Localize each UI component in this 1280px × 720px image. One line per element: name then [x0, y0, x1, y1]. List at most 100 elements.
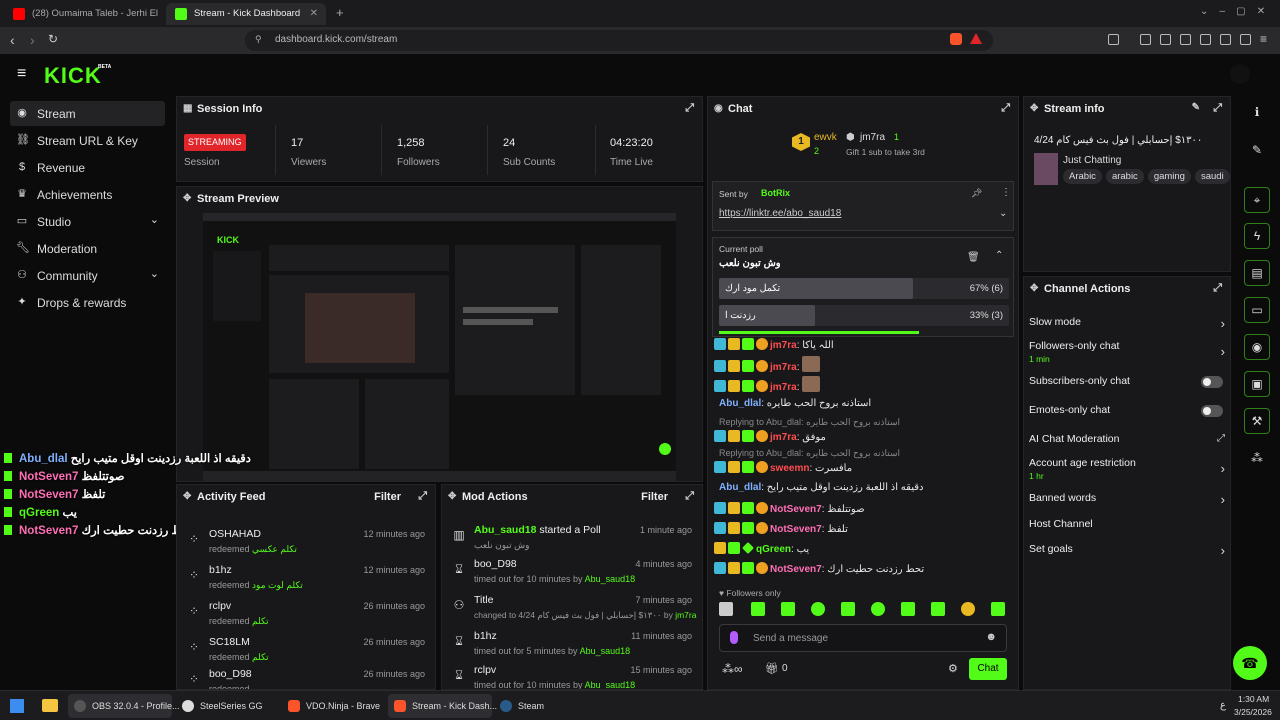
taskbar-app-steam[interactable]: Steam: [494, 694, 564, 718]
edit-icon[interactable]: ✎: [1244, 138, 1270, 164]
avatar[interactable]: [1230, 64, 1250, 84]
menu-icon[interactable]: ≡: [1260, 32, 1267, 46]
more-icon[interactable]: ⋮: [1001, 187, 1011, 198]
chat-input[interactable]: Send a message ☻: [719, 624, 1007, 652]
chat-settings-icon[interactable]: ⚙: [948, 662, 958, 675]
sidebar-item-stream[interactable]: ◉ Stream: [10, 101, 165, 126]
emote-icon[interactable]: [719, 602, 733, 616]
clock-date[interactable]: 3/25/2026: [1234, 707, 1272, 717]
sidebar-item-stream-url[interactable]: ⛓ Stream URL & Key: [10, 128, 165, 153]
emote-icon[interactable]: [931, 602, 945, 616]
chat-username[interactable]: qGreen: [756, 544, 791, 555]
filter-button[interactable]: Filter: [641, 491, 668, 503]
raid-icon[interactable]: ⌖: [1244, 187, 1270, 213]
ai-icon[interactable]: [1220, 34, 1231, 45]
followers-only-row[interactable]: Followers-only chat 1 min ›: [1029, 340, 1225, 364]
trash-icon[interactable]: 🗑︎: [967, 252, 980, 263]
sidebar-item-studio[interactable]: ▭ Studio ⌄: [10, 209, 165, 234]
chat-username[interactable]: jm7ra: [770, 382, 797, 393]
hamburger-icon[interactable]: ≡: [17, 65, 26, 83]
expand-icon[interactable]: ⤢: [418, 490, 427, 503]
vpn-icon[interactable]: [1240, 34, 1251, 45]
chat-send-button[interactable]: Chat: [969, 658, 1007, 680]
download-icon[interactable]: [1140, 34, 1151, 45]
support-icon[interactable]: ☎: [1233, 646, 1267, 680]
emote-icon[interactable]: [961, 602, 975, 616]
chat-username[interactable]: NotSeven7: [770, 504, 822, 515]
browser-tab-kick[interactable]: Stream - Kick Dashboard ✕: [166, 3, 326, 25]
chat-username[interactable]: NotSeven7: [770, 524, 822, 535]
chat-username[interactable]: NotSeven7: [770, 564, 822, 575]
site-info-icon[interactable]: ⚲: [255, 34, 262, 45]
wallet-icon[interactable]: [1200, 34, 1211, 45]
notes-icon[interactable]: ▤: [1244, 260, 1270, 286]
expand-icon[interactable]: ⤢: [1001, 102, 1010, 115]
poll-option[interactable]: رزدنت ا 33% (3): [719, 305, 1009, 326]
emote-icon[interactable]: [901, 602, 915, 616]
brave-shield-icon[interactable]: [950, 33, 962, 45]
chat-username[interactable]: jm7ra: [770, 340, 797, 351]
media-icon[interactable]: [1160, 34, 1171, 45]
file-explorer-icon[interactable]: [42, 699, 58, 712]
chat-username[interactable]: sweemn: [770, 463, 809, 474]
account-age-row[interactable]: Account age restriction 1 hr ›: [1029, 457, 1225, 481]
emote-icon[interactable]: [871, 602, 885, 616]
taskbar-app-obs[interactable]: OBS 32.0.4 - Profile...: [68, 694, 180, 718]
filter-button[interactable]: Filter: [374, 491, 401, 503]
kick-logo[interactable]: KICK: [44, 63, 102, 89]
second-gifter-name[interactable]: jm7ra: [860, 132, 885, 143]
emotes-only-toggle[interactable]: [1201, 405, 1223, 417]
set-goals-row[interactable]: Set goals ›: [1029, 543, 1225, 558]
host-channel-row[interactable]: Host Channel: [1029, 518, 1225, 530]
slow-mode-row[interactable]: Slow mode ›: [1029, 316, 1225, 331]
gift-promo[interactable]: Gift 1 sub to take 3rd: [846, 147, 925, 157]
subscribers-only-toggle[interactable]: [1201, 376, 1223, 388]
chat-username[interactable]: jm7ra: [770, 432, 797, 443]
sidebar-item-moderation[interactable]: 🔧︎ Moderation: [10, 236, 165, 261]
expand-icon[interactable]: ⤢: [685, 102, 694, 115]
tag[interactable]: saudi: [1194, 169, 1230, 184]
emoji-icon[interactable]: ☻: [985, 631, 997, 643]
expand-icon[interactable]: ⤢: [685, 490, 694, 503]
info-icon[interactable]: ℹ: [1244, 100, 1270, 126]
emote-icon[interactable]: [751, 602, 765, 616]
chat-bubble-icon[interactable]: ▭: [1244, 297, 1270, 323]
taskbar-app-kick[interactable]: Stream - Kick Dash...: [388, 694, 497, 718]
expand-icon[interactable]: ⤢: [1213, 282, 1222, 295]
lightning-icon[interactable]: ϟ: [1244, 223, 1270, 249]
kick-points-icon[interactable]: ⁂∞: [722, 662, 743, 676]
tag[interactable]: arabic: [1105, 169, 1144, 184]
more-actions-icon[interactable]: ⁂: [1244, 446, 1270, 472]
expand-icon[interactable]: ⤢: [1213, 102, 1222, 115]
ai-moderation-row[interactable]: AI Chat Moderation ⤢: [1029, 433, 1225, 445]
emote-icon[interactable]: [991, 602, 1005, 616]
sidebar-item-achievements[interactable]: ♛ Achievements: [10, 182, 165, 207]
chat-username[interactable]: Abu_dlal: [719, 482, 761, 493]
back-icon[interactable]: ‹: [10, 32, 15, 48]
start-icon[interactable]: [10, 699, 24, 713]
taskbar-app-steelseries[interactable]: SteelSeries GG: [176, 694, 280, 718]
broadcast-icon[interactable]: ◉: [1244, 334, 1270, 360]
emote-icon[interactable]: [811, 602, 825, 616]
mic-icon[interactable]: [730, 631, 738, 644]
pinned-by-user[interactable]: BotRix: [761, 188, 790, 198]
browser-tab-youtube[interactable]: (28) Oumaima Taleb - Jerhi El Ba...: [4, 3, 160, 25]
new-tab-icon[interactable]: +: [336, 5, 344, 20]
tag[interactable]: Arabic: [1063, 169, 1102, 184]
url-field[interactable]: ⚲ dashboard.kick.com/stream: [245, 30, 993, 51]
window-controls[interactable]: ⌄ – ▢ ✕: [1200, 6, 1265, 17]
clock-time[interactable]: 1:30 AM: [1238, 694, 1269, 704]
chat-username[interactable]: Abu_dlal: [719, 398, 761, 409]
chevron-down-icon[interactable]: ⌄: [999, 208, 1007, 219]
sidebar-item-revenue[interactable]: $ Revenue: [10, 155, 165, 180]
poll-option[interactable]: تكمل مود ارك 67% (6): [719, 278, 1009, 299]
pin-icon[interactable]: 📌︎: [971, 188, 982, 199]
rewards-icon[interactable]: [970, 33, 982, 44]
mod-user[interactable]: Abu_saud18: [474, 524, 536, 536]
gift-icon[interactable]: 🎁︎: [765, 662, 779, 675]
preview-video[interactable]: KICK: [203, 213, 676, 481]
emote-icon[interactable]: [841, 602, 855, 616]
emote-icon[interactable]: [781, 602, 795, 616]
sidebar-item-drops[interactable]: ✦ Drops & rewards: [10, 290, 165, 315]
reader-icon[interactable]: [1180, 34, 1191, 45]
